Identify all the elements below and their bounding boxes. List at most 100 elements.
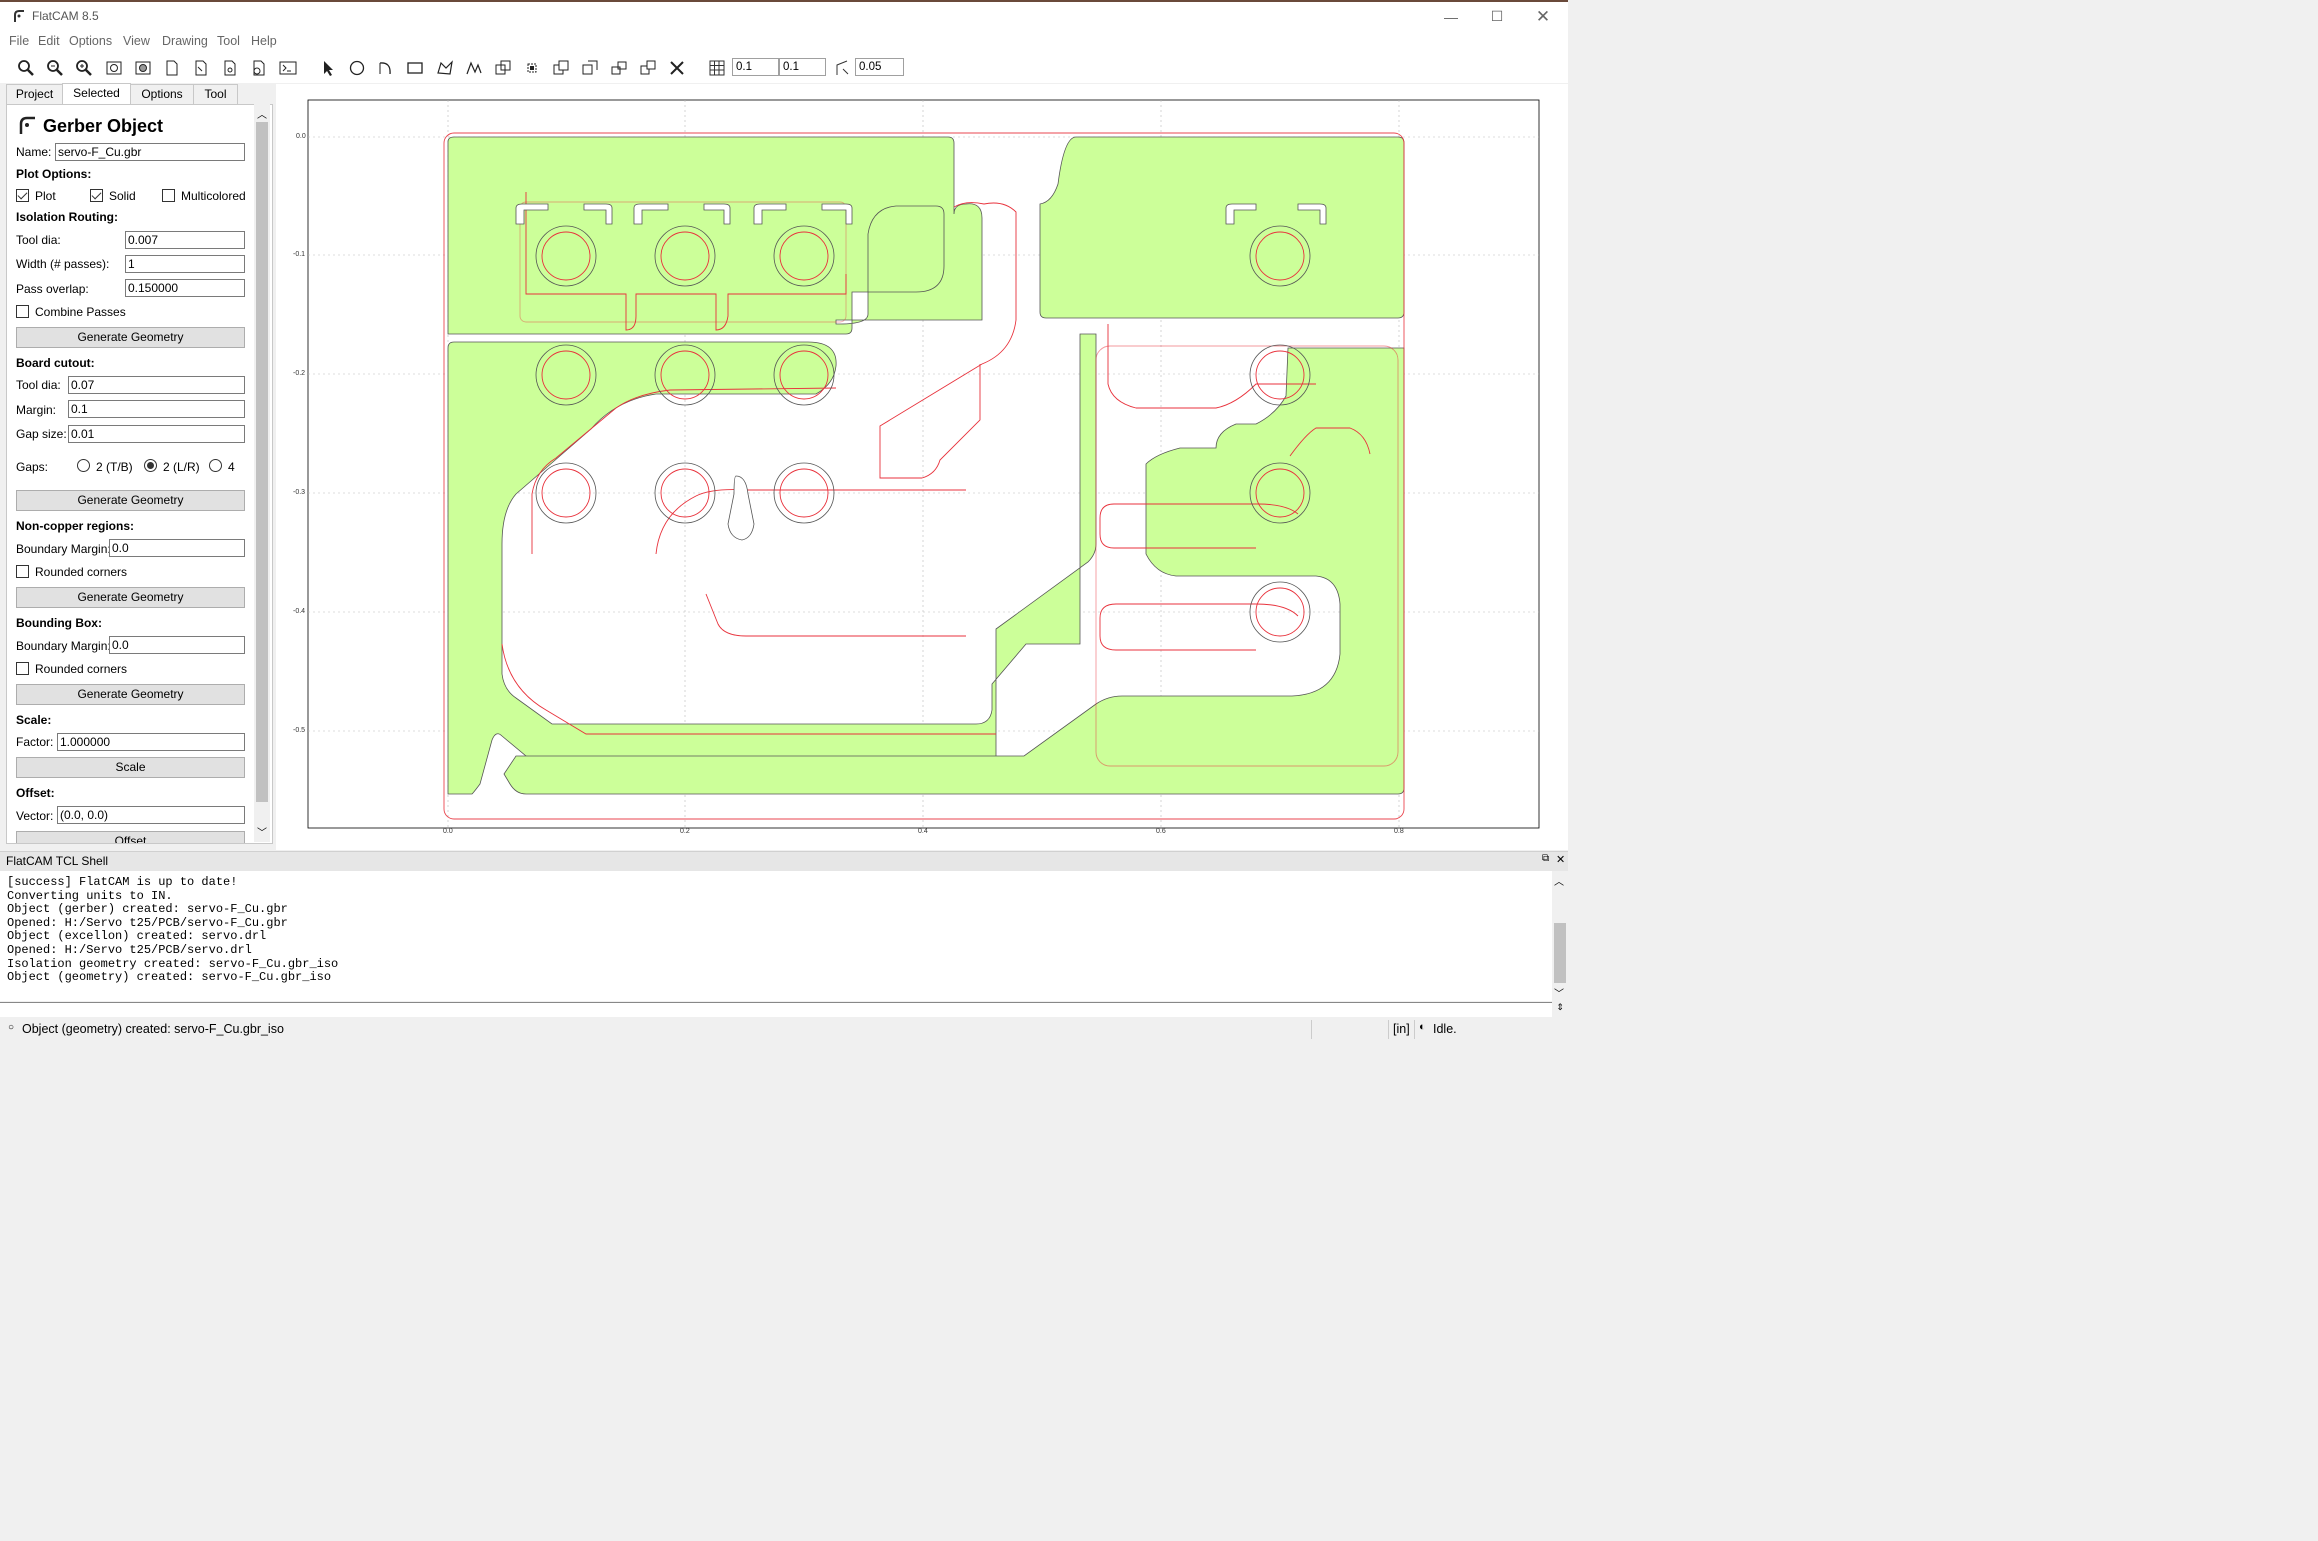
offset-vector-label: Vector:: [16, 809, 54, 823]
combine-passes-checkbox[interactable]: [16, 305, 29, 318]
union-icon[interactable]: [492, 57, 514, 79]
maximize-button[interactable]: ☐: [1474, 2, 1520, 31]
bbox-rounded-checkbox[interactable]: [16, 662, 29, 675]
snap-max-input[interactable]: 0.05: [855, 58, 904, 76]
panel-scrollbar[interactable]: ︿ ﹀: [254, 104, 270, 842]
zoom-fit-icon[interactable]: [15, 57, 37, 79]
name-label: Name:: [16, 145, 52, 159]
multicolored-label: Multicolored: [181, 189, 246, 203]
cut-icon[interactable]: [579, 57, 601, 79]
move-icon[interactable]: [608, 57, 630, 79]
status-divider: [1388, 1020, 1389, 1039]
plot-options-title: Plot Options:: [16, 167, 92, 181]
shell-scroll-thumb[interactable]: [1554, 923, 1566, 983]
noncopper-rounded-checkbox[interactable]: [16, 565, 29, 578]
intersection-icon[interactable]: [521, 57, 543, 79]
scale-factor-field[interactable]: 1.000000: [57, 733, 245, 751]
grid-y-input[interactable]: 0.1: [779, 58, 826, 76]
open-excellon-icon[interactable]: [219, 57, 241, 79]
bbox-margin-field[interactable]: 0.0: [109, 636, 245, 654]
clear-plot-icon[interactable]: [132, 57, 154, 79]
pcb-canvas[interactable]: [276, 84, 1568, 850]
select-icon[interactable]: [317, 57, 339, 79]
shell-icon[interactable]: [277, 57, 299, 79]
menu-help[interactable]: Help: [251, 34, 277, 48]
tab-project[interactable]: Project: [6, 84, 63, 104]
gaps-4-radio[interactable]: [209, 459, 222, 472]
gaps-4-label: 4: [228, 460, 235, 474]
toolbar: 0.1 0.1 0.05: [0, 51, 1568, 83]
path-icon[interactable]: [463, 57, 485, 79]
shell-scrollbar[interactable]: ︿ ﹀: [1552, 871, 1568, 1001]
zoom-in-icon[interactable]: [44, 57, 66, 79]
window-title: FlatCAM 8.5: [32, 9, 99, 23]
scale-button[interactable]: Scale: [16, 757, 245, 778]
cutout-gap-label: Gap size:: [16, 427, 67, 441]
iso-overlap-field[interactable]: 0.150000: [125, 279, 245, 297]
float-dock-icon[interactable]: ⧉: [1542, 853, 1549, 864]
shell-input-spin-icon[interactable]: ⇕: [1552, 1002, 1568, 1017]
iso-generate-button[interactable]: Generate Geometry: [16, 327, 245, 348]
grid-snap-icon[interactable]: [706, 57, 728, 79]
close-dock-icon[interactable]: ✕: [1556, 853, 1565, 866]
iso-width-field[interactable]: 1: [125, 255, 245, 273]
close-button[interactable]: ✕: [1520, 2, 1566, 31]
noncopper-margin-field[interactable]: 0.0: [109, 539, 245, 557]
menu-view[interactable]: View: [123, 34, 150, 48]
tab-tool[interactable]: Tool: [193, 84, 238, 104]
replot-icon[interactable]: [103, 57, 125, 79]
delete-icon[interactable]: [666, 57, 688, 79]
rectangle-icon[interactable]: [404, 57, 426, 79]
new-project-icon[interactable]: [161, 57, 183, 79]
name-field[interactable]: servo-F_Cu.gbr: [55, 143, 245, 161]
shell-output[interactable]: [success] FlatCAM is up to date! Convert…: [0, 871, 1552, 1001]
multicolored-checkbox[interactable]: [162, 189, 175, 202]
minimize-button[interactable]: —: [1428, 2, 1474, 31]
zoom-out-icon[interactable]: [73, 57, 95, 79]
bbox-generate-button[interactable]: Generate Geometry: [16, 684, 245, 705]
shell-scroll-down-icon[interactable]: ﹀: [1554, 985, 1564, 1000]
activity-icon: ◐: [1419, 1021, 1426, 1033]
tab-options[interactable]: Options: [130, 84, 194, 104]
gaps-lr-radio[interactable]: [144, 459, 157, 472]
menu-tool[interactable]: Tool: [217, 34, 240, 48]
tab-selected[interactable]: Selected: [62, 83, 131, 105]
y-tick-2: -0.2: [293, 370, 306, 377]
title-bar: FlatCAM 8.5 — ☐ ✕: [0, 2, 1568, 31]
status-state: Idle.: [1433, 1022, 1457, 1036]
gaps-tb-radio[interactable]: [77, 459, 90, 472]
offset-button[interactable]: Offset: [16, 831, 245, 843]
noncopper-generate-button[interactable]: Generate Geometry: [16, 587, 245, 608]
cutout-margin-field[interactable]: 0.1: [68, 400, 245, 418]
menu-drawing[interactable]: Drawing: [162, 34, 208, 48]
plot-area[interactable]: 0.0 0.2 0.4 0.6 0.8 0.0 -0.1 -0.2 -0.3 -…: [276, 84, 1568, 850]
scroll-up-icon[interactable]: ︿: [256, 106, 268, 121]
circle-icon[interactable]: [346, 57, 368, 79]
open-gcode-icon[interactable]: [248, 57, 270, 79]
offset-vector-field[interactable]: (0.0, 0.0): [57, 806, 245, 824]
polygon-icon[interactable]: [434, 57, 456, 79]
subtract-icon[interactable]: [550, 57, 572, 79]
panel-scroll-thumb[interactable]: [256, 122, 268, 802]
open-gerber-icon[interactable]: [190, 57, 212, 79]
plot-checkbox[interactable]: [16, 189, 29, 202]
shell-input[interactable]: [0, 1002, 1552, 1018]
status-divider: [1414, 1020, 1415, 1039]
scroll-down-icon[interactable]: ﹀: [256, 824, 268, 839]
cutout-gap-field[interactable]: 0.01: [68, 425, 245, 443]
cutout-tool-dia-field[interactable]: 0.07: [68, 376, 245, 394]
menu-edit[interactable]: Edit: [38, 34, 60, 48]
iso-tool-dia-field[interactable]: 0.007: [125, 231, 245, 249]
menu-bar: File Edit Options View Drawing Tool Help: [0, 31, 1568, 51]
arc-icon[interactable]: [375, 57, 397, 79]
menu-options[interactable]: Options: [69, 34, 112, 48]
corner-snap-icon[interactable]: [831, 57, 853, 79]
menu-file[interactable]: File: [9, 34, 29, 48]
cutout-generate-button[interactable]: Generate Geometry: [16, 490, 245, 511]
solid-checkbox[interactable]: [90, 189, 103, 202]
grid-x-input[interactable]: 0.1: [732, 58, 779, 76]
copy-icon[interactable]: [637, 57, 659, 79]
shell-dock-title: FlatCAM TCL Shell ⧉ ✕: [0, 851, 1568, 871]
shell-scroll-up-icon[interactable]: ︿: [1554, 873, 1564, 888]
offset-title: Offset:: [16, 786, 55, 800]
